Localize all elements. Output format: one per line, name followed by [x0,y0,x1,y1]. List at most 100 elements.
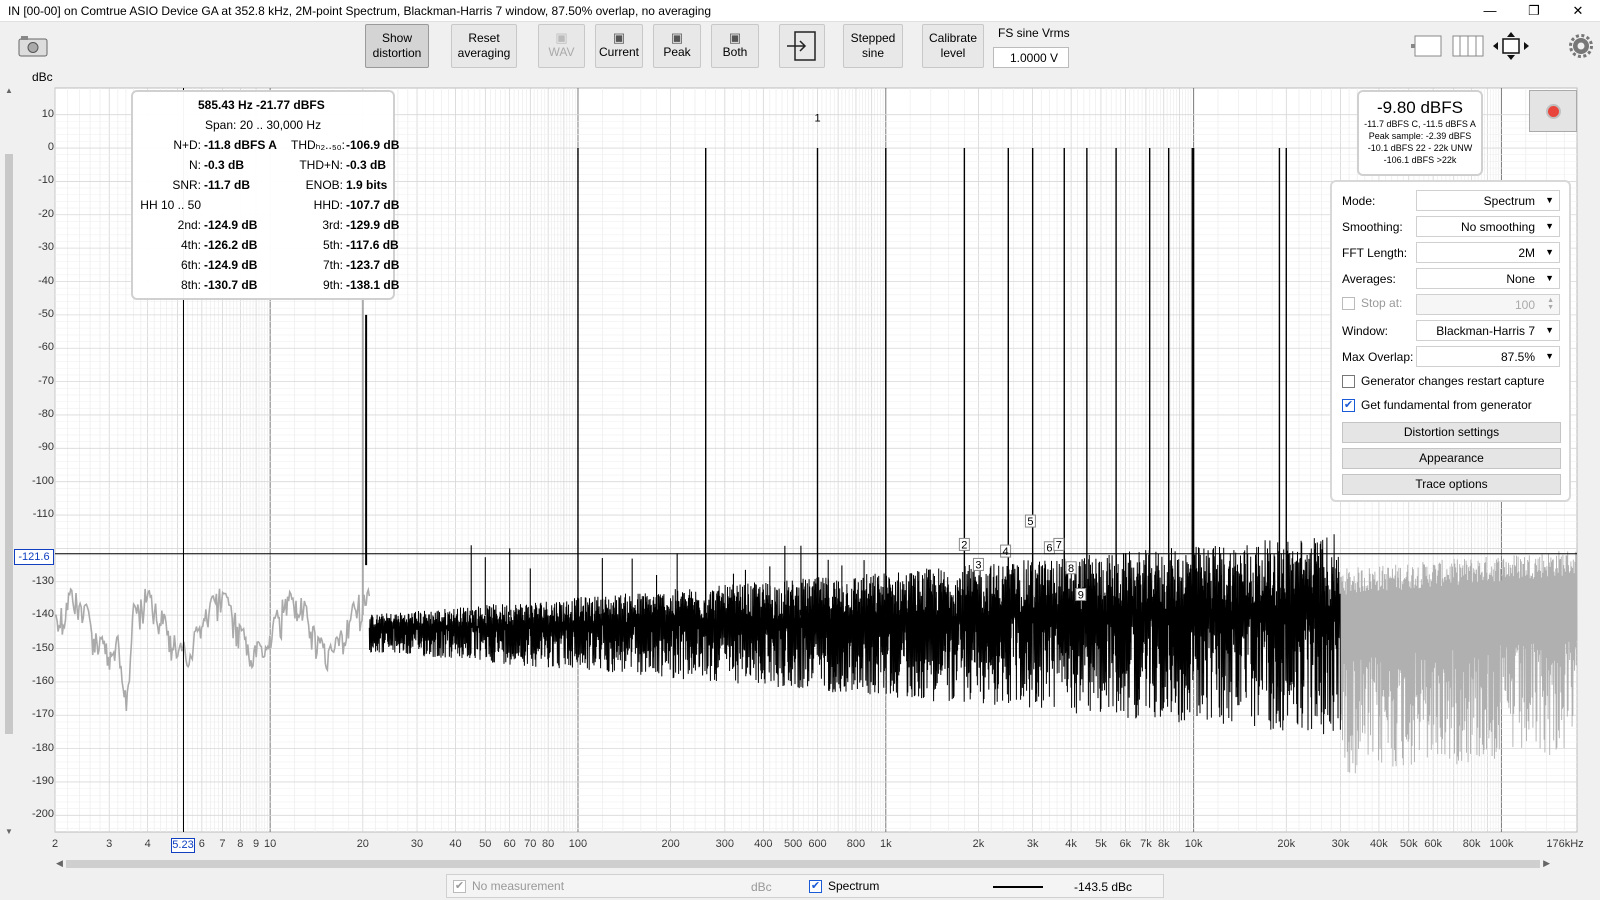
stats-value: -124.9 dB [204,218,258,232]
harmonic-marker-label: 8 [1068,563,1074,575]
stats-value: -124.9 dB [204,258,258,272]
distortion-stats-panel: 585.43 Hz -21.77 dBFS Span: 20 .. 30,000… [131,90,399,300]
cursor-y-readout[interactable]: -121.6 [14,549,54,565]
stats-row: HH 10 .. 50 HHD: -107.7 dB [135,198,405,212]
stop-at-checkbox[interactable]: Stop at: [1342,296,1403,311]
harmonic-marker-label: 1 [814,112,820,124]
generator-restart-checkbox[interactable]: Generator changes restart capture [1342,374,1545,389]
smoothing-label: Smoothing: [1342,220,1403,234]
harmonic-marker-label: 9 [1078,589,1084,601]
harmonic-marker-label: 6 [1046,543,1052,555]
scroll-right-icon[interactable]: ▶ [1543,858,1550,869]
stats-value: -138.1 dB [346,278,400,292]
stats-value: -0.3 dB [204,158,245,172]
stats-label: 3rd: [322,218,343,232]
analyzer-settings-panel: Mode: Spectrum ▼ Smoothing: No smoothing ▼… [1330,180,1571,502]
stats-value: -126.2 dB [204,238,258,252]
stats-value: 1.9 bits [346,178,388,192]
stats-row: 2nd: -124.9 dB 3rd: -129.9 dB [135,218,405,232]
horizontal-scrollbar[interactable]: ◀ ▶ [56,858,1550,870]
window-select[interactable]: Blackman-Harris 7 ▼ [1416,320,1560,341]
stats-label: N: [189,158,201,172]
stats-label: 8th: [180,278,201,292]
cursor-x-readout[interactable]: 5.23 [171,838,195,853]
averages-value: None [1506,272,1535,286]
scroll-left-icon[interactable]: ◀ [56,858,63,869]
trace-options-button[interactable]: Trace options [1342,474,1561,495]
no-measurement-label: No measurement [472,879,565,893]
fft-length-value: 2M [1518,246,1535,260]
appearance-button[interactable]: Appearance [1342,448,1561,469]
averages-label: Averages: [1342,272,1396,286]
trace-legend-bar: ✔ No measurement dBc ✔ Spectrum -143.5 dBc [446,874,1164,898]
trace-line-swatch [993,886,1043,888]
checkmark-icon[interactable]: ✔ [809,880,822,894]
spectrum-checkbox[interactable]: ✔ Spectrum [809,879,880,894]
stats-row: N: -0.3 dB THD+N: -0.3 dB [135,158,405,172]
stop-at-label: Stop at: [1361,296,1403,310]
spectrum-label: Spectrum [828,879,880,893]
stats-label: SNR: [172,178,201,192]
stats-value: -130.7 dB [204,278,258,292]
harmonic-marker-label: 5 [1027,516,1033,528]
chevron-down-icon: ▼ [1545,325,1554,335]
stats-row: 8th: -130.7 dB 9th: -138.1 dB [135,278,405,292]
max-overlap-select[interactable]: 87.5% ▼ [1416,346,1560,367]
stats-value: -129.9 dB [346,218,400,232]
window-value: Blackman-Harris 7 [1436,324,1535,338]
stats-label: THD+N: [299,158,343,172]
stats-value: -123.7 dB [346,258,400,272]
stop-at-value: 100 [1514,298,1535,312]
mode-label: Mode: [1342,194,1376,208]
harmonic-marker-label: 4 [1003,546,1009,558]
mode-select[interactable]: Spectrum ▼ [1416,190,1560,211]
horizontal-scroll-thumb[interactable] [66,860,1540,868]
status-unit: dBc [751,880,772,894]
spinner-icon[interactable]: ▲ ▼ [1547,297,1554,311]
harmonic-marker-label: 3 [975,559,981,571]
checkmark-icon[interactable]: ✔ [1342,399,1355,413]
stop-at-box[interactable] [1342,297,1355,311]
stats-value: -0.3 dB [346,158,387,172]
level-line-3: -10.1 dBFS 22 - 22k UNW [1367,143,1473,153]
stats-row: 6th: -124.9 dB 7th: -123.7 dB [135,258,405,272]
level-line-2: Peak sample: -2.39 dBFS [1368,131,1472,141]
stats-label: ENOB: [305,178,343,192]
fft-length-label: FFT Length: [1342,246,1408,260]
chevron-down-icon: ▼ [1545,221,1554,231]
get-fundamental-label: Get fundamental from generator [1361,398,1532,412]
stats-header-span: Span: 20 .. 30,000 Hz [205,118,322,132]
get-fundamental-checkbox[interactable]: ✔ Get fundamental from generator [1342,398,1532,413]
window-label: Window: [1342,324,1389,338]
record-button[interactable] [1529,90,1577,132]
max-overlap-value: 87.5% [1500,350,1535,364]
smoothing-value: No smoothing [1460,220,1535,234]
checkmark-icon[interactable]: ✔ [453,880,466,894]
chevron-down-icon: ▼ [1545,247,1554,257]
averages-select[interactable]: None ▼ [1416,268,1560,289]
stats-label: 4th: [180,238,201,252]
chevron-down-icon: ▼ [1545,351,1554,361]
record-icon [1546,104,1561,119]
harmonic-marker-label: 7 [1056,539,1062,551]
stats-value: -106.9 dB [346,138,400,152]
smoothing-select[interactable]: No smoothing ▼ [1416,216,1560,237]
stats-label: 9th: [322,278,343,292]
stop-at-input[interactable]: 100 ▲ ▼ [1416,294,1560,315]
level-meter: -9.80 dBFS -11.7 dBFS C, -11.5 dBFS A Pe… [1357,90,1483,176]
level-line-4: -106.1 dBFS >22k [1383,155,1457,165]
no-measurement-checkbox[interactable]: ✔ No measurement [453,879,565,894]
distortion-settings-button[interactable]: Distortion settings [1342,422,1561,443]
stats-label: HH 10 .. 50 [140,198,201,212]
stats-label: N+D: [173,138,201,152]
fft-length-select[interactable]: 2M ▼ [1416,242,1560,263]
stats-row: N+D: -11.8 dBFS A THDₕ₂..₅₀:-106.9 dB [135,138,405,152]
generator-restart-label: Generator changes restart capture [1361,374,1545,388]
stats-label: 6th: [180,258,201,272]
level-line-1: -11.7 dBFS C, -11.5 dBFS A [1364,119,1476,129]
stats-header-frequency: 585.43 Hz -21.77 dBFS [198,98,325,112]
stats-label: HHD: [313,198,343,212]
chevron-down-icon: ▼ [1545,273,1554,283]
generator-restart-box[interactable] [1342,375,1355,389]
stats-value: -11.7 dB [204,178,251,192]
